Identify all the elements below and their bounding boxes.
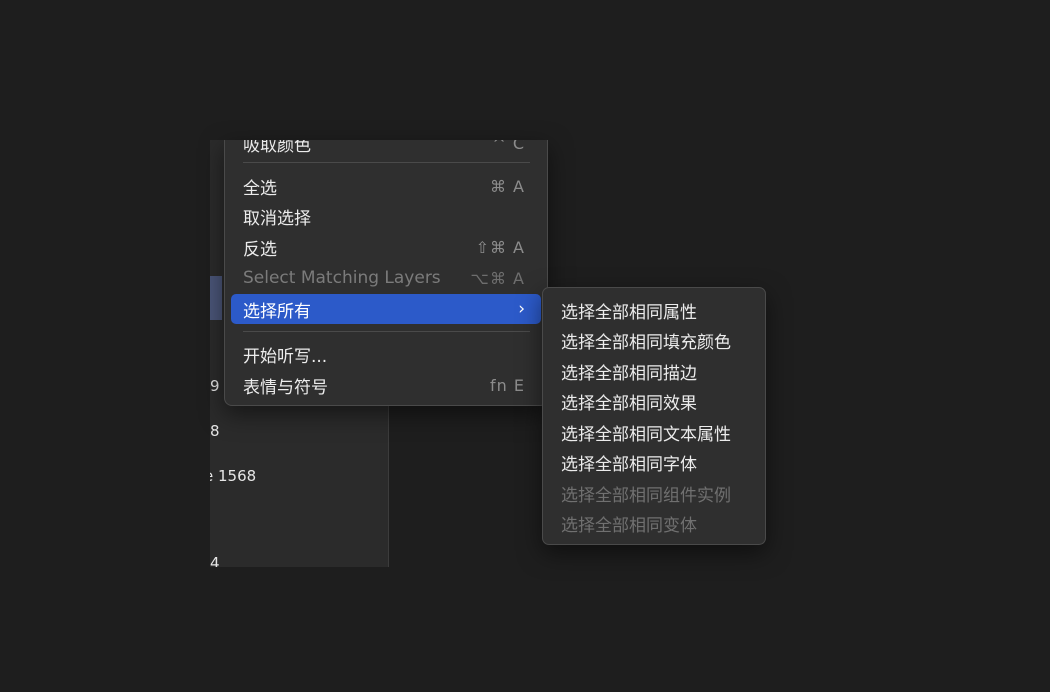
submenu-item-same-effect[interactable]: 选择全部相同效果	[549, 387, 759, 415]
menu-item-shortcut: ⌘ A	[489, 176, 525, 196]
menu-item-label: 选择所有	[243, 301, 311, 322]
edit-context-menu: 吸取颜色 ^ C 全选 ⌘ A 取消选择 反选 ⇧⌘ A Select Matc…	[224, 140, 548, 406]
submenu-item-same-component-instance[interactable]: 选择全部相同组件实例	[549, 479, 759, 507]
select-all-matching-submenu: 选择全部相同属性 选择全部相同填充颜色 选择全部相同描边 选择全部相同效果 选择…	[542, 287, 766, 545]
layer-fragment-4[interactable]: 4	[210, 554, 220, 567]
menu-item-label: 吸取颜色	[243, 140, 311, 156]
menu-item-start-dictation[interactable]: 开始听写...	[231, 340, 541, 368]
menu-item-pick-color[interactable]: 吸取颜色 ^ C	[231, 140, 541, 156]
menu-separator	[243, 162, 530, 163]
menu-item-label: 全选	[243, 178, 277, 199]
menu-item-label: 取消选择	[243, 208, 311, 229]
menu-item-shortcut: fn E	[490, 375, 525, 395]
chevron-right-icon: ›	[518, 299, 525, 319]
menu-item-select-all[interactable]: 全选 ⌘ A	[231, 172, 541, 200]
menu-item-label: 表情与符号	[243, 377, 328, 398]
selected-layer-accent	[210, 276, 222, 320]
menu-separator	[243, 331, 530, 332]
menu-item-emoji-symbols[interactable]: 表情与符号 fn E	[231, 371, 541, 399]
submenu-item-same-font[interactable]: 选择全部相同字体	[549, 448, 759, 476]
menu-item-invert-selection[interactable]: 反选 ⇧⌘ A	[231, 233, 541, 261]
menu-item-label: 开始听写...	[243, 346, 328, 367]
submenu-item-same-text-properties[interactable]: 选择全部相同文本属性	[549, 418, 759, 446]
layer-fragment-2[interactable]: 8	[210, 422, 220, 440]
menu-item-label: Select Matching Layers	[243, 268, 441, 288]
menu-item-shortcut: ⌥⌘ A	[470, 268, 525, 288]
submenu-item-same-properties[interactable]: 选择全部相同属性	[549, 296, 759, 324]
menu-item-select-all-matching[interactable]: 选择所有 ›	[231, 294, 541, 324]
menu-item-shortcut: ^ C	[492, 140, 525, 153]
layer-fragment-3[interactable]: e 1568	[210, 467, 256, 485]
menu-item-shortcut: ⇧⌘ A	[475, 237, 525, 257]
menu-item-label: 反选	[243, 239, 277, 260]
menu-item-deselect[interactable]: 取消选择	[231, 202, 541, 230]
layer-fragment-1[interactable]: 9	[210, 377, 220, 395]
submenu-item-same-fill-color[interactable]: 选择全部相同填充颜色	[549, 326, 759, 354]
menu-item-select-matching-layers[interactable]: Select Matching Layers ⌥⌘ A	[231, 264, 541, 292]
submenu-item-same-stroke[interactable]: 选择全部相同描边	[549, 357, 759, 385]
submenu-item-same-variant[interactable]: 选择全部相同变体	[549, 509, 759, 537]
